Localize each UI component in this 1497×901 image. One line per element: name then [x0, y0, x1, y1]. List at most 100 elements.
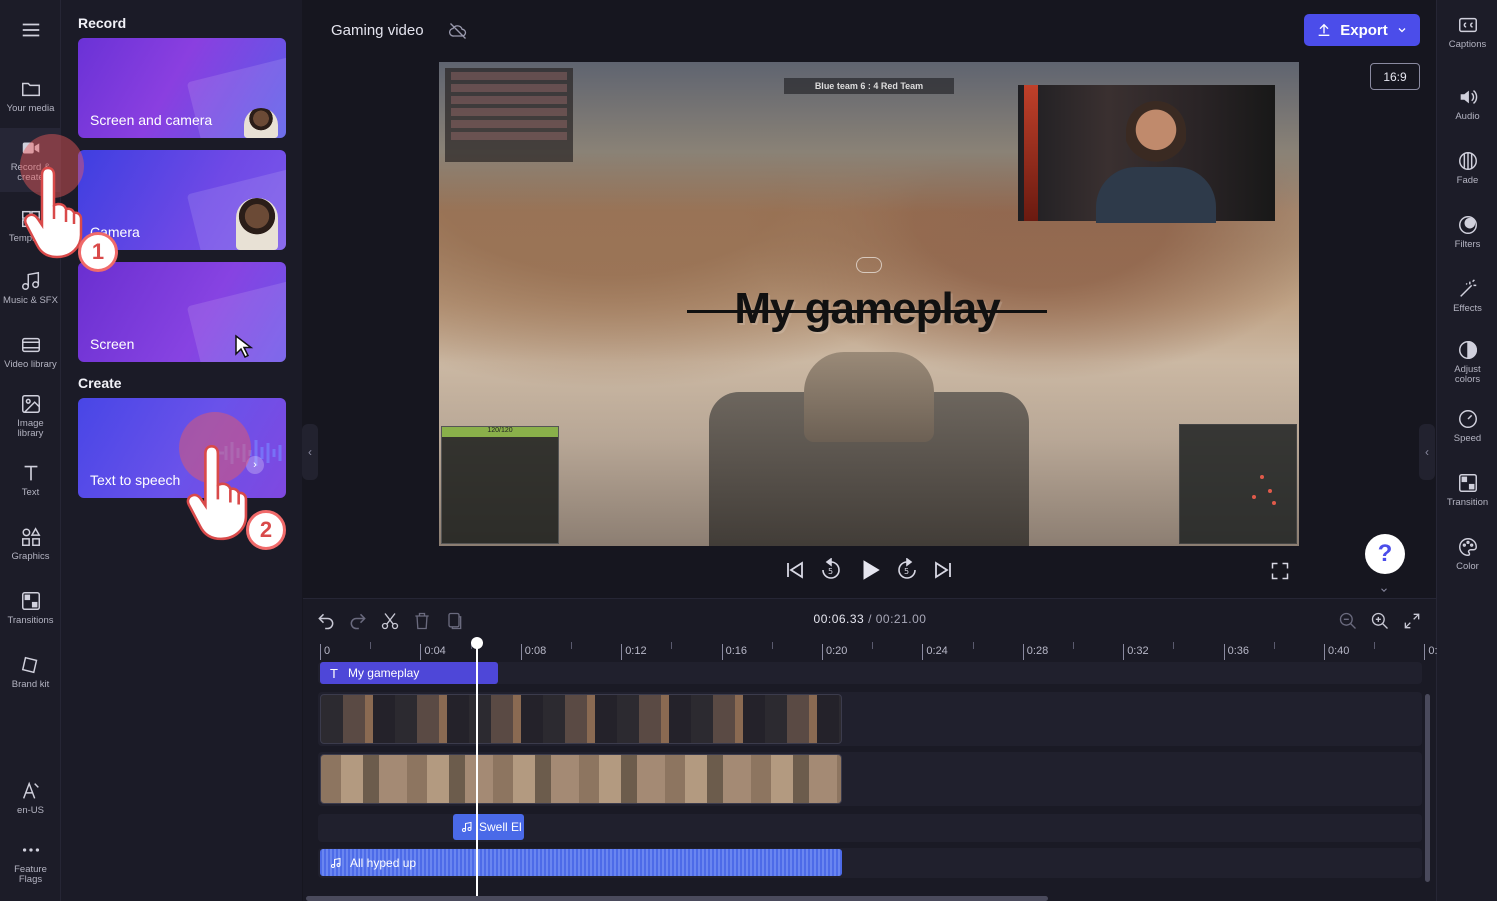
- duplicate-icon[interactable]: [444, 611, 464, 631]
- rail-transition[interactable]: Transition: [1437, 460, 1497, 520]
- hud-scoreboard: [445, 68, 573, 162]
- more-dots-icon: [22, 848, 39, 852]
- chevron-left-icon: ‹: [1425, 445, 1429, 459]
- card-caption: Screen and camera: [90, 112, 213, 128]
- ruler-minor-tick: [1374, 642, 1376, 649]
- menu-button[interactable]: [0, 0, 61, 60]
- hud-minimap: [1179, 424, 1297, 544]
- clip-label: My gameplay: [347, 666, 420, 680]
- zoom-out-icon[interactable]: [1338, 611, 1358, 631]
- rail-speed[interactable]: Speed: [1437, 396, 1497, 456]
- magic-wand-icon: [1459, 279, 1476, 297]
- sfx-clip[interactable]: Swell El: [453, 814, 524, 840]
- rail-label: Image library: [17, 418, 44, 439]
- ruler-tick-label: 0:20: [826, 645, 848, 657]
- rail-color[interactable]: Color: [1437, 524, 1497, 584]
- rail-adjust-colors[interactable]: Adjust colors: [1437, 330, 1497, 394]
- total-time: / 00:21.00: [868, 612, 927, 626]
- rail-brand-kit[interactable]: Brand kit: [0, 642, 61, 702]
- rail-effects[interactable]: Effects: [1437, 266, 1497, 326]
- playhead-handle[interactable]: [471, 637, 483, 649]
- create-section-title: Create: [78, 375, 122, 391]
- screen-card[interactable]: Screen: [78, 262, 286, 362]
- chevron-left-icon: ‹: [308, 445, 312, 459]
- playhead[interactable]: [476, 640, 478, 901]
- rail-graphics[interactable]: Graphics: [0, 514, 61, 574]
- skip-to-start-icon[interactable]: [783, 558, 807, 582]
- rail-audio[interactable]: Audio: [1437, 74, 1497, 134]
- ruler-minor-tick: [571, 642, 572, 649]
- title-text-overlay[interactable]: My gameplay: [687, 284, 1047, 334]
- chevron-down-icon[interactable]: [1378, 585, 1390, 595]
- redo-icon[interactable]: [348, 611, 368, 631]
- ruler-minor-tick: [872, 642, 874, 649]
- ruler-tick-label: 0:40: [1328, 645, 1350, 657]
- fit-timeline-icon[interactable]: [1402, 611, 1422, 631]
- hud-ammo: 120/120: [442, 427, 558, 437]
- undo-icon[interactable]: [316, 611, 336, 631]
- transition-icon: [21, 592, 40, 610]
- rail-filters[interactable]: Filters: [1437, 202, 1497, 262]
- palette-icon: [1458, 538, 1477, 556]
- webcam-overlay[interactable]: [1018, 85, 1275, 223]
- ruler-tick: [822, 644, 823, 660]
- trash-icon[interactable]: [412, 611, 432, 631]
- ruler-minor-tick: [1173, 642, 1175, 649]
- fullscreen-icon[interactable]: [1270, 561, 1290, 581]
- ruler-minor-tick: [972, 642, 974, 649]
- rail-image-library[interactable]: Image library: [0, 384, 61, 448]
- upload-icon: [1318, 23, 1330, 36]
- timeline-horizontal-scrollbar[interactable]: [306, 896, 1048, 901]
- text-clip[interactable]: T My gameplay: [320, 662, 498, 684]
- scissors-icon[interactable]: [380, 611, 400, 631]
- help-button[interactable]: ?: [1365, 534, 1405, 574]
- ruler-tick-label: 0:32: [1127, 645, 1149, 657]
- rail-feature-flags[interactable]: Feature Flags: [0, 830, 61, 894]
- timeline-ruler[interactable]: 0 0:04 0:08 0:12 0:16 0:20 0:24 0:28 0:32 0:36 0:4…: [318, 640, 1438, 662]
- gameplay-video-clip[interactable]: [320, 754, 842, 804]
- forward-5s-icon[interactable]: 5: [895, 558, 919, 582]
- audio-clip[interactable]: All hyped up: [320, 849, 842, 876]
- rail-your-media[interactable]: Your media: [0, 66, 61, 126]
- rail-label: en-US: [17, 805, 44, 816]
- ruler-tick: [1123, 644, 1125, 660]
- timeline-vertical-scrollbar[interactable]: [1425, 694, 1430, 882]
- collapse-left-panel[interactable]: ‹: [302, 424, 318, 480]
- aspect-ratio-button[interactable]: 16:9: [1370, 63, 1420, 90]
- rail-text[interactable]: Text: [0, 450, 61, 510]
- video-preview[interactable]: Blue team 6 : 4 Red Team My gameplay 120…: [439, 62, 1299, 546]
- rail-label: Transitions: [7, 615, 54, 626]
- rail-label: Filters: [1454, 239, 1481, 250]
- screen-and-camera-card[interactable]: Screen and camera: [78, 38, 286, 138]
- rail-music-sfx[interactable]: Music & SFX: [0, 258, 61, 318]
- collapse-right-panel[interactable]: ‹: [1419, 424, 1435, 480]
- rewind-5s-icon[interactable]: 5: [819, 558, 843, 582]
- rail-label: Video library: [4, 359, 57, 370]
- svg-text:5: 5: [828, 567, 833, 576]
- webcam-video-clip[interactable]: [320, 694, 842, 744]
- rail-video-library[interactable]: Video library: [0, 322, 61, 382]
- ruler-tick: [1324, 644, 1325, 660]
- rail-language[interactable]: en-US: [0, 768, 61, 828]
- skip-to-end-icon[interactable]: [931, 558, 955, 582]
- rotate-handle[interactable]: [856, 257, 882, 273]
- ruler-tick: [922, 644, 924, 660]
- project-title[interactable]: Gaming video: [331, 22, 424, 39]
- cloud-off-icon[interactable]: [448, 21, 468, 41]
- cursor-arrow-icon: [235, 334, 254, 358]
- rail-label: Audio: [1455, 111, 1480, 122]
- ruler-tick-label: 0:12: [625, 645, 647, 657]
- fade-icon: [1458, 152, 1477, 170]
- play-icon[interactable]: [857, 557, 883, 583]
- right-rail: Captions Audio Fade Filters Effects Adju…: [1436, 0, 1497, 901]
- film-icon: [21, 337, 40, 353]
- rail-captions[interactable]: Captions: [1437, 2, 1497, 62]
- ruler-tick: [420, 644, 422, 660]
- rail-transitions[interactable]: Transitions: [0, 578, 61, 638]
- music-note-icon: [462, 821, 472, 832]
- rail-fade[interactable]: Fade: [1437, 138, 1497, 198]
- export-button[interactable]: Export: [1304, 14, 1420, 46]
- ruler-tick-label: 0:: [1428, 645, 1438, 657]
- clip-label: Swell El: [479, 820, 522, 834]
- zoom-in-icon[interactable]: [1370, 611, 1390, 631]
